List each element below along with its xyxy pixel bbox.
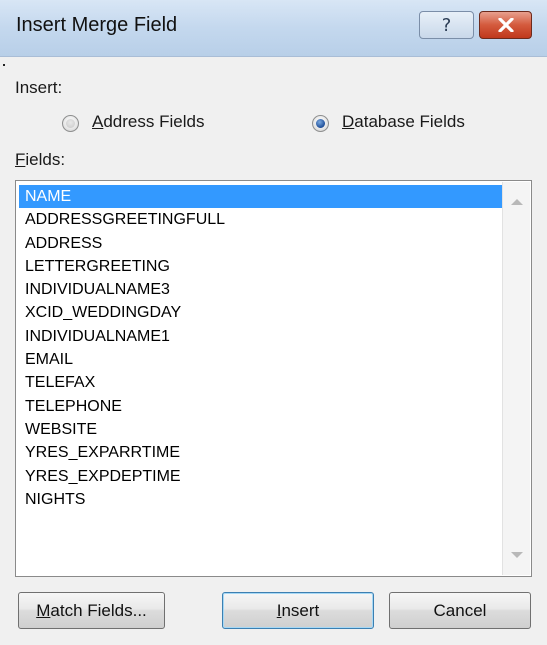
field-item-nights[interactable]: NIGHTS [19, 488, 502, 511]
close-button[interactable] [479, 11, 532, 39]
field-item-telefax[interactable]: TELEFAX [19, 371, 502, 394]
close-x-icon [497, 18, 514, 32]
field-item-website[interactable]: WEBSITE [19, 418, 502, 441]
help-icon: ? [441, 14, 452, 36]
field-item-telephone[interactable]: TELEPHONE [19, 395, 502, 418]
title-bar: Insert Merge Field ? [0, 0, 547, 57]
field-item-yres_exparrtime[interactable]: YRES_EXPARRTIME [19, 441, 502, 464]
match-fields-rest: atch Fields... [50, 600, 147, 620]
fields-listbox[interactable]: NAME ADDRESSGREETINGFULL ADDRESS LETTERGREE… [15, 180, 532, 577]
mnemonic-m: M [36, 600, 51, 620]
address-fields-rest: ddress Fields [103, 112, 205, 131]
field-item-individualname1[interactable]: INDIVIDUALNAME1 [19, 325, 502, 348]
insert-label: Insert: [15, 78, 63, 97]
field-item-lettergreeting[interactable]: LETTERGREETING [19, 255, 502, 278]
cancel-button[interactable]: Cancel [389, 592, 531, 629]
fields-label-rest: ields: [25, 150, 66, 169]
insert-button[interactable]: Insert [222, 592, 374, 629]
field-item-xcid_weddingday[interactable]: XCID_WEDDINGDAY [19, 301, 502, 324]
dot-mark [3, 64, 5, 66]
mnemonic-d: D [342, 112, 355, 131]
field-item-yres_expdeptime[interactable]: YRES_EXPDEPTIME [19, 465, 502, 488]
scroll-up-icon[interactable] [511, 199, 523, 205]
field-item-name[interactable]: NAME [19, 185, 502, 209]
address-fields-label[interactable]: Address Fields [92, 112, 204, 132]
help-button[interactable]: ? [419, 11, 474, 39]
vertical-scrollbar[interactable] [502, 182, 530, 575]
scroll-down-icon[interactable] [511, 552, 523, 558]
fields-list: NAME ADDRESSGREETINGFULL ADDRESS LETTERGREE… [19, 185, 502, 511]
mnemonic-f: F [15, 150, 26, 169]
window-title: Insert Merge Field [16, 14, 178, 36]
database-fields-label[interactable]: Database Fields [342, 112, 465, 132]
mnemonic-a: A [92, 112, 104, 131]
fields-label: Fields: [15, 150, 65, 170]
field-item-individualname3[interactable]: INDIVIDUALNAME3 [19, 278, 502, 301]
match-fields-button[interactable]: Match Fields... [18, 592, 165, 629]
field-item-addressgreetingfull[interactable]: ADDRESSGREETINGFULL [19, 208, 502, 231]
field-item-email[interactable]: EMAIL [19, 348, 502, 371]
field-item-address[interactable]: ADDRESS [19, 232, 502, 255]
database-fields-radio[interactable] [312, 115, 329, 132]
address-fields-radio[interactable] [62, 115, 79, 132]
insert-rest: nsert [281, 600, 320, 620]
database-fields-rest: atabase Fields [354, 112, 465, 131]
